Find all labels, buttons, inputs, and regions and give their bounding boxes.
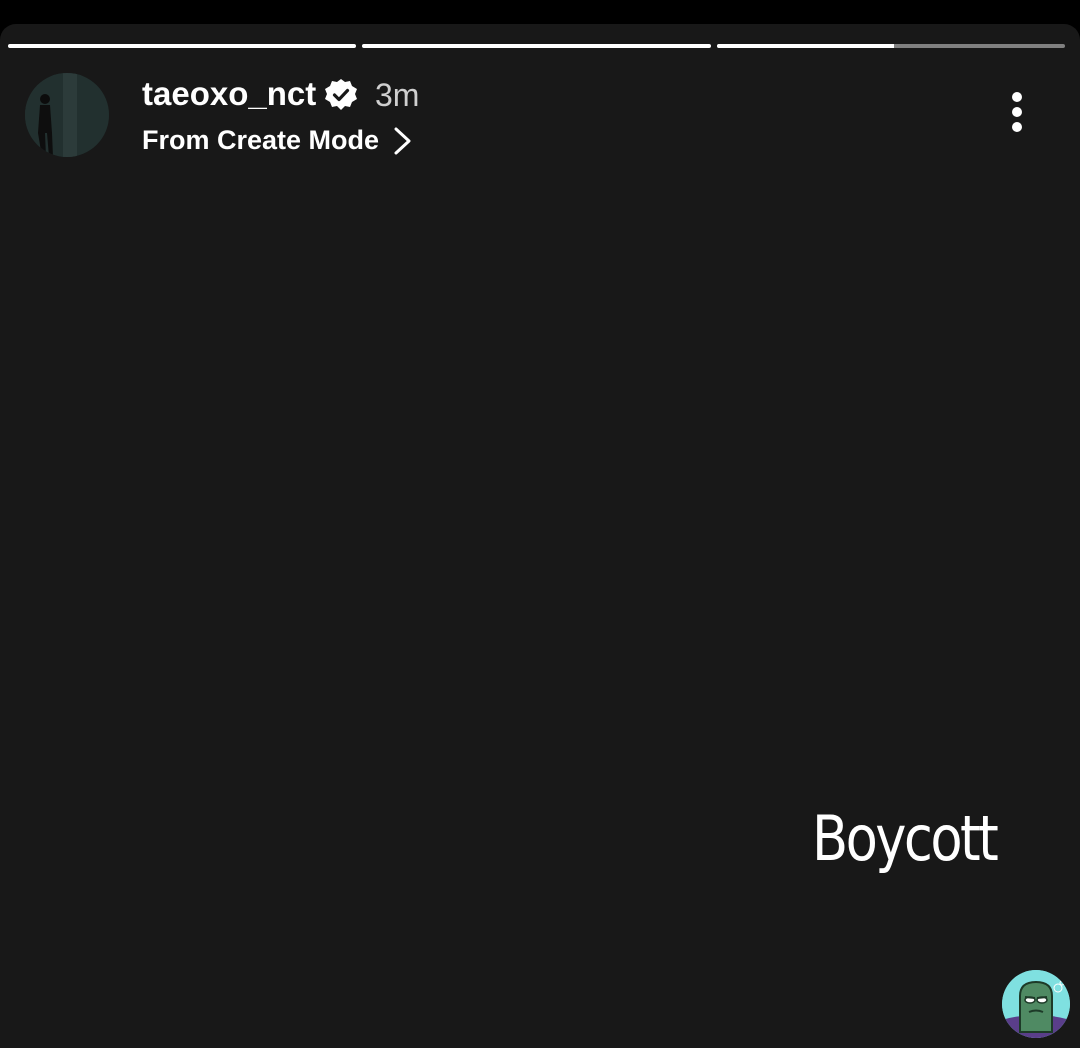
sticker-image	[1002, 970, 1070, 1038]
progress-segment	[362, 44, 711, 48]
progress-segment-fill	[8, 44, 357, 48]
username[interactable]: taeoxo_nct	[142, 74, 316, 114]
more-dot	[1012, 92, 1022, 102]
fish-character-sticker-icon[interactable]	[1002, 970, 1070, 1038]
progress-segment-fill	[716, 44, 895, 48]
story-source-label[interactable]: From Create Mode	[142, 122, 379, 158]
avatar[interactable]	[25, 73, 109, 157]
more-dot	[1012, 107, 1022, 117]
progress-segment	[716, 44, 1065, 48]
more-dot	[1012, 122, 1022, 132]
avatar-image	[25, 73, 109, 157]
story-text: Boycott	[812, 802, 999, 875]
verified-badge-icon	[325, 79, 357, 110]
story-viewer[interactable]: taeoxo_nct 3m From Create Mode Boycott	[0, 24, 1080, 1048]
story-progress-bar	[8, 44, 1065, 48]
progress-segment	[8, 44, 357, 48]
story-time-ago: 3m	[375, 77, 420, 113]
chevron-right-icon[interactable]	[392, 126, 414, 156]
progress-segment-fill	[362, 44, 711, 48]
more-vertical-icon[interactable]	[1004, 88, 1030, 136]
